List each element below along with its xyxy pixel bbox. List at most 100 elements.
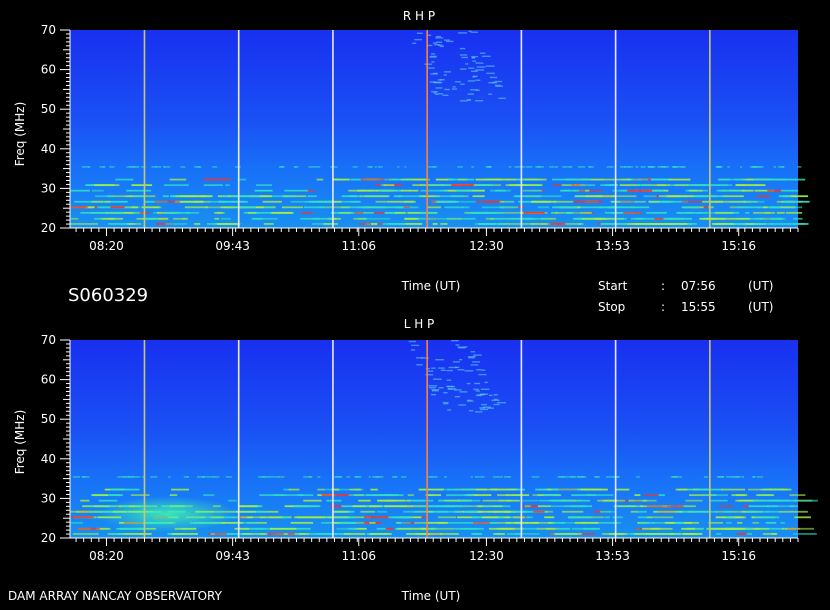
interference-line [522, 166, 526, 168]
emission-band-segment [634, 200, 646, 203]
emission-band-segment [369, 505, 383, 508]
emission-band-segment [603, 178, 631, 181]
emission-band-segment [533, 510, 545, 513]
burst-texture [437, 44, 443, 46]
rhp-y-axis: 20 30 40 50 60 70 [41, 23, 71, 235]
interference-line [82, 476, 90, 478]
emission-band-segment [737, 206, 761, 209]
emission-band-segment [612, 189, 624, 192]
burst-texture [475, 79, 481, 81]
emission-band-segment [745, 527, 754, 530]
emission-band-segment [523, 211, 545, 214]
burst-texture [470, 89, 478, 91]
emission-band-segment [440, 223, 448, 225]
emission-band-segment [536, 195, 562, 198]
rhp-title: R H P [403, 9, 435, 23]
burst-texture [443, 74, 447, 76]
emission-band-segment [723, 510, 733, 513]
interference-line [212, 166, 218, 168]
emission-band-segment [339, 211, 352, 214]
emission-band-segment [321, 494, 351, 497]
emission-band-segment [764, 510, 779, 513]
emission-band-segment [515, 195, 529, 198]
interference-line [316, 166, 321, 168]
burst-texture [451, 340, 459, 342]
burst-texture [451, 88, 458, 90]
emission-band-segment [785, 211, 803, 214]
emission-band-segment [563, 189, 579, 192]
burst-texture [459, 54, 468, 56]
interference-line [352, 166, 358, 168]
burst-texture [435, 37, 444, 39]
interference-line [554, 166, 558, 168]
emission-band-segment [715, 223, 735, 225]
burst-texture [458, 32, 467, 34]
lhp-panel: L H P 20 30 40 50 60 70 08:20 09:43 11:06 12:30 1… [13, 317, 818, 563]
emission-band-segment [203, 494, 215, 497]
interference-line [180, 166, 186, 168]
start-label: Start [598, 279, 628, 293]
burst-texture [431, 389, 440, 391]
emission-band-segment [743, 505, 749, 508]
emission-band-segment [722, 195, 744, 198]
emission-band-segment [646, 516, 674, 519]
emission-band-segment [407, 494, 414, 497]
emission-band-segment [481, 206, 505, 209]
emission-band-segment [472, 195, 485, 198]
burst-texture [461, 56, 468, 59]
emission-band-segment [472, 189, 486, 192]
emission-band-segment [681, 527, 695, 530]
emission-band-segment [430, 200, 437, 203]
emission-band-segment [241, 533, 268, 535]
interference-line [733, 476, 740, 478]
interference-line [346, 476, 350, 478]
emission-band-segment [388, 516, 399, 519]
stop-separator: : [661, 300, 665, 314]
emission-band-segment [476, 200, 496, 203]
emission-band-segment [369, 533, 392, 535]
emission-band-segment [497, 516, 504, 519]
emission-band-segment [131, 206, 138, 209]
burst-texture [440, 369, 446, 371]
emission-band-segment [411, 499, 434, 502]
emission-band-segment [349, 488, 361, 491]
burst-texture [458, 404, 467, 406]
emission-band-segment [460, 217, 476, 220]
emission-band-segment [564, 505, 593, 508]
emission-band-segment [375, 200, 387, 203]
emission-band-segment [395, 211, 407, 214]
interference-line [508, 166, 512, 168]
emission-band-segment [108, 211, 124, 214]
emission-band-segment [615, 488, 630, 491]
emission-band-segment [554, 527, 571, 530]
emission-band-segment [709, 200, 718, 203]
emission-band-segment [92, 494, 109, 497]
emission-band-segment [70, 521, 84, 524]
interference-line [397, 166, 400, 168]
emission-band-segment [506, 494, 530, 497]
burst-texture [473, 388, 479, 391]
burst-texture [435, 35, 442, 38]
start-unit: (UT) [748, 279, 773, 293]
start-time: 07:56 [681, 279, 716, 293]
emission-band-segment [604, 516, 611, 519]
emission-band-segment [737, 521, 743, 524]
burst-texture [439, 45, 444, 48]
y-tick-label: 60 [41, 63, 56, 77]
emission-band-segment [778, 510, 808, 513]
x-tick-label: 11:06 [341, 239, 376, 253]
emission-band-segment [653, 510, 683, 513]
emission-band-segment [91, 189, 104, 192]
interference-line [674, 476, 683, 478]
emission-band-segment [564, 211, 584, 214]
rhp-panel: R H P 20 30 40 50 60 70 08:20 09:43 11:06 12:30 1… [13, 9, 810, 293]
emission-band-segment [214, 217, 220, 220]
burst-texture [435, 358, 444, 361]
burst-texture [457, 369, 465, 371]
interference-line [561, 476, 565, 478]
interference-line [150, 476, 158, 478]
emission-band-segment [301, 211, 313, 214]
interference-line [672, 476, 676, 478]
emission-band-segment [724, 217, 750, 220]
emission-band-segment [400, 189, 419, 192]
